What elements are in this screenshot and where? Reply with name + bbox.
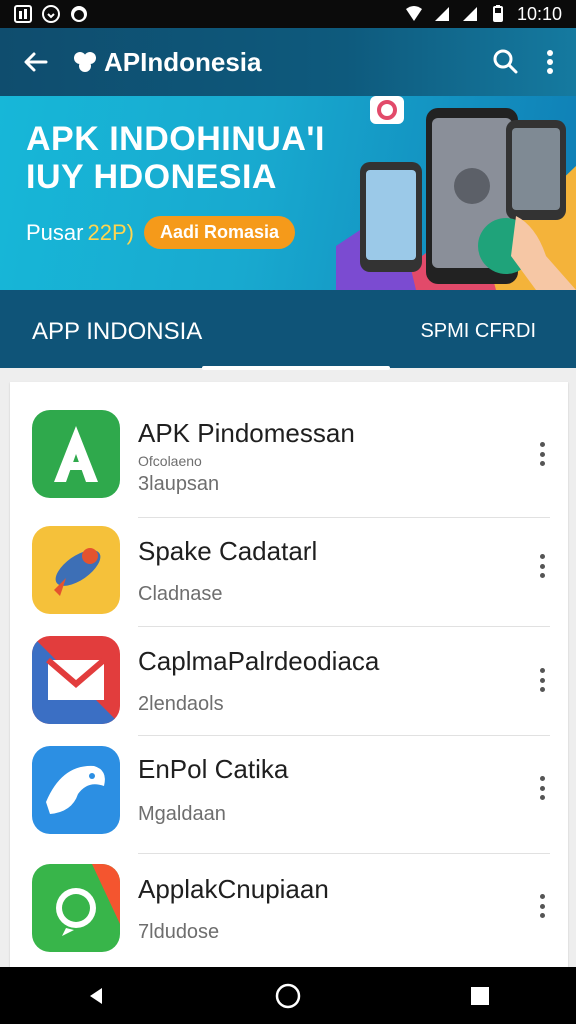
- banner-year: 22P): [87, 219, 134, 245]
- phones-illustration: [336, 96, 576, 290]
- nav-home-button[interactable]: [264, 972, 312, 1020]
- app-icon: [71, 6, 87, 22]
- item-sub: 3laupsan: [138, 473, 220, 495]
- signal-icon: [434, 7, 449, 21]
- app-title-text: APIndonesia: [104, 46, 262, 77]
- more-vert-icon[interactable]: [546, 49, 554, 75]
- app-bar: APIndonesia: [0, 28, 576, 96]
- nav-recents-icon: [471, 986, 489, 1005]
- tab-spmi-cfrdi[interactable]: SPMI CFRDI: [420, 320, 536, 343]
- tab-app-indonsia[interactable]: APP INDONSIA: [32, 318, 202, 346]
- list-item[interactable]: ApplakCnupiaan 7ldudose: [10, 864, 568, 964]
- battery-icon: [492, 5, 503, 22]
- app-icon-red-envelope: [32, 636, 120, 724]
- app-icon-rocket: [32, 526, 120, 614]
- item-name: APK Pindomessan: [138, 418, 355, 448]
- nav-home-icon: [275, 983, 301, 1008]
- wifi-icon: [405, 6, 422, 21]
- back-arrow-icon: [24, 52, 48, 72]
- divider: [138, 517, 550, 518]
- item-sub: 7ldudose: [138, 921, 220, 943]
- item-sub: Cladnase: [138, 583, 223, 605]
- list-item[interactable]: Spake Cadatarl Cladnase: [10, 526, 568, 616]
- list-item[interactable]: EnPol Catika Mgaldaan: [10, 746, 568, 846]
- banner-headline: APK INDOHINUA'I IUY HDONESIA: [26, 120, 325, 196]
- nav-back-icon: [90, 987, 102, 1004]
- search-icon[interactable]: [490, 47, 520, 77]
- item-name: ApplakCnupiaan: [138, 874, 329, 904]
- status-bar: 10:10: [0, 0, 576, 28]
- app-title: APIndonesia: [72, 47, 261, 78]
- divider: [138, 853, 550, 854]
- nav-back-button[interactable]: [72, 972, 120, 1020]
- item-more-button[interactable]: [538, 776, 546, 800]
- notification-icon: [14, 5, 32, 23]
- back-button[interactable]: [12, 38, 60, 86]
- promo-banner[interactable]: APK INDOHINUA'I IUY HDONESIA Pusar 22P) …: [0, 96, 576, 290]
- nav-bar: [0, 967, 576, 1024]
- tab-indicator: [202, 366, 390, 370]
- banner-headline-line1: APK INDOHINUA'I: [26, 120, 325, 158]
- item-more-button[interactable]: [538, 442, 546, 466]
- app-icon-blue-bird: [32, 746, 120, 834]
- list-item[interactable]: APK Pindomessan Ofcolaeno 3laupsan: [10, 410, 568, 510]
- item-name: CaplmaPalrdeodiaca: [138, 646, 380, 676]
- item-more-button[interactable]: [538, 554, 546, 578]
- app-icon-whatsapp: [32, 864, 120, 952]
- banner-headline-line2: IUY HDONESIA: [26, 158, 277, 196]
- divider: [138, 626, 550, 627]
- clock: 10:10: [516, 3, 562, 24]
- logo-icon: [74, 52, 96, 72]
- item-name: EnPol Catika: [138, 754, 289, 784]
- download-icon: [42, 5, 60, 23]
- banner-cta-button[interactable]: Aadi Romasia: [143, 216, 296, 249]
- divider: [138, 735, 550, 736]
- banner-row: Pusar 22P) Aadi Romasia: [26, 216, 296, 249]
- item-sub-small: Ofcolaeno: [138, 453, 202, 469]
- banner-pusar: Pusar: [26, 219, 84, 245]
- item-sub: 2lendaols: [138, 693, 224, 715]
- item-more-button[interactable]: [538, 668, 546, 692]
- app-list: APK Pindomessan Ofcolaeno 3laupsan Spake…: [10, 382, 568, 967]
- item-name: Spake Cadatarl: [138, 536, 318, 566]
- item-more-button[interactable]: [538, 894, 546, 918]
- list-item[interactable]: CaplmaPalrdeodiaca 2lendaols: [10, 636, 568, 726]
- nav-recents-button[interactable]: [456, 972, 504, 1020]
- signal-icon-2: [462, 7, 477, 21]
- item-sub: Mgaldaan: [138, 803, 226, 825]
- app-icon-green-a: [32, 410, 120, 498]
- tab-bar: APP INDONSIA SPMI CFRDI: [0, 290, 576, 368]
